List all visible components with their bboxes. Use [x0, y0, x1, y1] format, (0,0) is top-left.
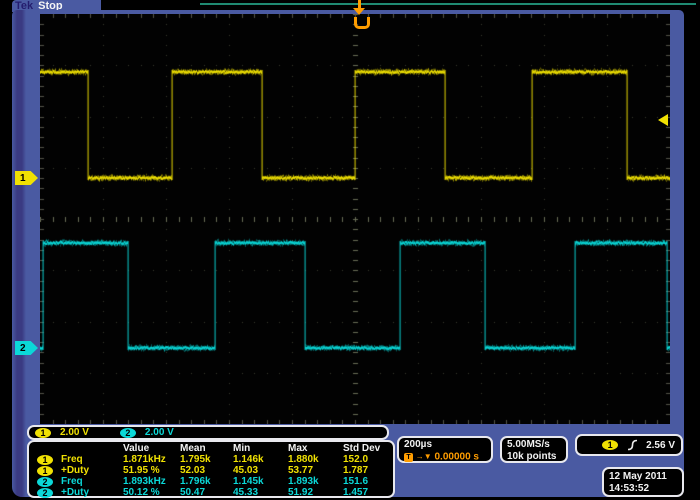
time-value: 14:53:52	[609, 483, 677, 495]
meas-mean: 1.796k	[180, 476, 233, 487]
waveform-canvas	[40, 14, 670, 424]
ch2-scale: 2.00 V	[145, 427, 174, 438]
measurement-header-row: Value Mean Min Max Std Dev	[29, 443, 393, 454]
meas-name: +Duty	[61, 487, 123, 498]
table-row: 1 +Duty 51.95 % 52.03 45.03 53.77 1.787	[29, 465, 393, 476]
meas-std: 1.787	[343, 465, 393, 476]
measurement-table: Value Mean Min Max Std Dev 1 Freq 1.871k…	[27, 440, 395, 498]
meas-min: 45.03	[233, 465, 288, 476]
graticule	[40, 14, 670, 424]
meas-min: 45.33	[233, 487, 288, 498]
ch1-scale: 2.00 V	[60, 427, 89, 438]
trigger-delay-icon: T	[404, 453, 413, 462]
datetime-readout: 12 May 2011 14:53:52	[602, 467, 684, 497]
col-max: Max	[288, 443, 343, 454]
meas-mean: 1.795k	[180, 454, 233, 465]
meas-max: 1.880k	[288, 454, 343, 465]
meas-value: 1.871kHz	[123, 454, 180, 465]
delay-arrows-icon: →▼	[416, 452, 432, 461]
meas-std: 1.457	[343, 487, 393, 498]
timebase-value: 200µs	[404, 439, 486, 451]
meas-value: 1.893kHz	[123, 476, 180, 487]
meas-value: 50.12 %	[123, 487, 180, 498]
rising-edge-icon	[626, 439, 638, 451]
col-value: Value	[123, 443, 180, 454]
oscilloscope-screen: Tek Stop 1 2 1 2.00 V 2 2.00 V Value Mea…	[0, 0, 700, 500]
meas-value: 51.95 %	[123, 465, 180, 476]
table-row: 2 Freq 1.893kHz 1.796k 1.145k 1.893k 151…	[29, 476, 393, 487]
col-min: Min	[233, 443, 288, 454]
ch1-badge: 1	[37, 455, 53, 465]
table-row: 1 Freq 1.871kHz 1.795k 1.146k 1.880k 152…	[29, 454, 393, 465]
record-view-bar	[200, 3, 696, 5]
table-row: 2 +Duty 50.12 % 50.47 45.33 51.92 1.457	[29, 487, 393, 498]
meas-max: 53.77	[288, 465, 343, 476]
ch2-badge: 2	[37, 477, 53, 487]
meas-max: 1.893k	[288, 476, 343, 487]
record-length: 10k points	[507, 451, 561, 463]
trigger-source-badge: 1	[602, 440, 618, 450]
sample-rate: 5.00MS/s	[507, 439, 561, 451]
channel-scale-readout: 1 2.00 V 2 2.00 V	[27, 425, 389, 440]
ch2-badge: 2	[120, 428, 136, 438]
date-value: 12 May 2011	[609, 471, 677, 483]
trigger-readout: 1 2.56 V	[575, 434, 683, 456]
ch1-badge: 1	[37, 466, 53, 476]
meas-std: 152.0	[343, 454, 393, 465]
meas-std: 151.6	[343, 476, 393, 487]
expansion-point-icon	[354, 17, 370, 29]
meas-name: Freq	[61, 454, 123, 465]
meas-mean: 50.47	[180, 487, 233, 498]
meas-min: 1.145k	[233, 476, 288, 487]
trigger-level-value: 2.56 V	[646, 440, 675, 451]
trigger-position-arrow-icon	[353, 8, 365, 15]
meas-min: 1.146k	[233, 454, 288, 465]
meas-max: 51.92	[288, 487, 343, 498]
meas-name: +Duty	[61, 465, 123, 476]
acquisition-readout: 5.00MS/s 10k points	[500, 436, 568, 463]
ch2-badge: 2	[37, 488, 53, 498]
trigger-level-arrow-icon	[658, 114, 668, 126]
meas-mean: 52.03	[180, 465, 233, 476]
col-mean: Mean	[180, 443, 233, 454]
col-stddev: Std Dev	[343, 443, 393, 454]
trigger-delay-value: 0.00000 s	[434, 452, 479, 463]
meas-name: Freq	[61, 476, 123, 487]
horizontal-readout: 200µs T →▼ 0.00000 s	[397, 436, 493, 463]
ch1-badge: 1	[35, 428, 51, 438]
